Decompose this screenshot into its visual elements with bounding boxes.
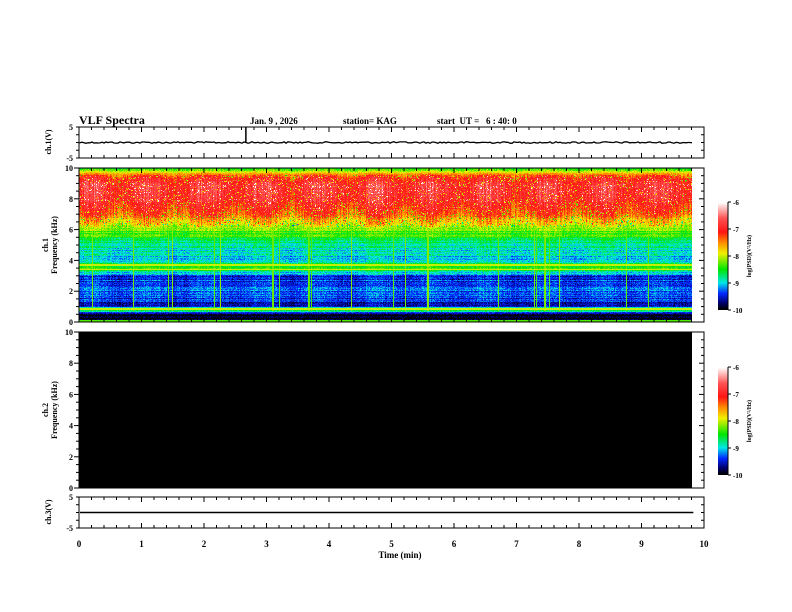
x-tick-label: 1	[139, 539, 144, 549]
colorbar-tick-label: -8	[733, 418, 739, 426]
y-tick-label: 0	[69, 484, 73, 493]
ch1-ylabel-line2: Frequency (kHz)	[50, 216, 59, 274]
x-tick-label: 0	[77, 539, 82, 549]
y-tick-label: 4	[69, 256, 73, 265]
ch2-ylabel-line1: ch.2	[41, 403, 50, 417]
y-tick-label: 2	[69, 287, 73, 296]
y-tick-label: 6	[69, 390, 73, 399]
colorbar-tick-label: -7	[733, 391, 739, 399]
y-tick-label: 10	[65, 328, 73, 337]
ch2-spectrogram-frame	[78, 331, 705, 489]
ch3-voltage-ylabel: ch.3(V)	[44, 499, 53, 524]
x-tick-label: 10	[700, 539, 710, 549]
axes-overlay: VLF Spectra Jan. 9 , 2026 station= KAG s…	[41, 113, 753, 560]
station-label: station= KAG	[343, 116, 397, 126]
y-tick-label: 2	[69, 453, 73, 462]
colorbar-tick-label: -6	[733, 364, 739, 372]
y-tick-label: -5	[66, 154, 73, 163]
x-tick-label: 3	[264, 539, 269, 549]
y-tick-label: 4	[69, 422, 73, 431]
figure-title: VLF Spectra	[79, 113, 145, 127]
x-tick-label: 8	[577, 539, 582, 549]
colorbar-tick-label: -9	[733, 280, 739, 288]
vlf-spectra-figure: VLF Spectra Jan. 9 , 2026 station= KAG s…	[0, 0, 792, 612]
ch1-voltage-ylabel: ch.1(V)	[44, 129, 53, 154]
ch2-colorbar-label: log(PSD)(V²/Hz)	[746, 400, 753, 442]
x-tick-label: 9	[639, 539, 644, 549]
y-tick-label: 5	[69, 493, 73, 502]
colorbar-tick-label: -9	[733, 445, 739, 453]
colorbar-tick-label: -7	[733, 226, 739, 234]
colorbar-tick-label: -8	[733, 253, 739, 261]
x-tick-label: 4	[327, 539, 332, 549]
x-tick-label: 6	[452, 539, 457, 549]
y-tick-label: 6	[69, 226, 73, 235]
ch1-spectrogram-frame	[78, 167, 705, 323]
y-tick-label: 8	[69, 195, 73, 204]
ch1-colorbar-label: log(PSD)(V²/Hz)	[746, 235, 753, 277]
y-tick-label: 0	[69, 318, 73, 327]
y-tick-label: 5	[69, 123, 73, 132]
date-label: Jan. 9 , 2026	[250, 116, 298, 126]
x-tick-label: 5	[389, 539, 394, 549]
y-tick-label: 10	[65, 164, 73, 173]
x-tick-label: 2	[202, 539, 207, 549]
colorbar-tick-label: -6	[733, 199, 739, 207]
x-axis-label: Time (min)	[378, 550, 421, 560]
start-time-label: start UT = 6 : 40: 0	[437, 116, 517, 126]
colorbar-tick-label: -10	[733, 307, 743, 315]
colorbar-tick-label: -10	[733, 472, 743, 480]
y-tick-label: 8	[69, 359, 73, 368]
y-tick-label: -5	[66, 524, 73, 533]
ch2-ylabel-line2: Frequency (kHz)	[50, 381, 59, 439]
ch1-ylabel-line1: ch.1	[41, 238, 50, 252]
x-tick-label: 7	[514, 539, 519, 549]
ch1-waveform-trace	[79, 140, 693, 145]
